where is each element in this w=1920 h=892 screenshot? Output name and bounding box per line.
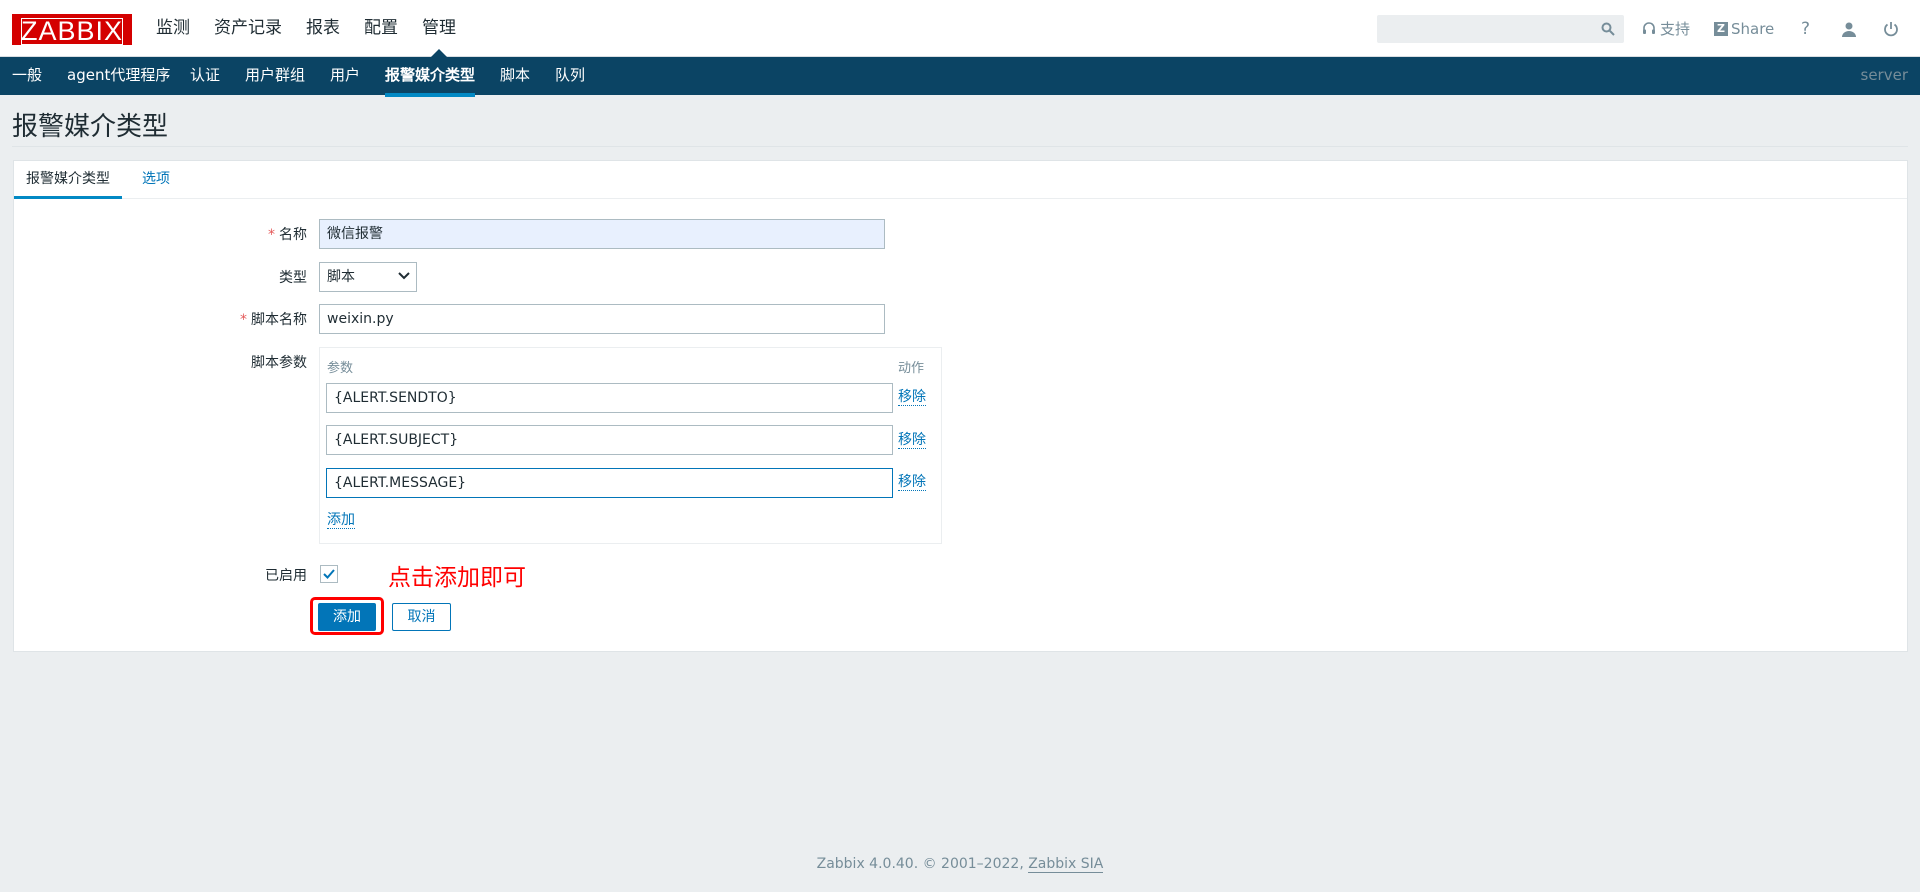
subnav-general[interactable]: 一般 (12, 57, 42, 93)
name-field[interactable]: 微信报警 (319, 219, 885, 249)
script-params-table: 参数 动作 {ALERT.SENDTO} 移除 {ALERT.SUBJECT} … (319, 347, 942, 544)
param-input-1[interactable]: {ALERT.SENDTO} (326, 383, 893, 413)
signout-icon[interactable] (1883, 0, 1899, 57)
add-button[interactable]: 添加 (318, 603, 376, 631)
title-divider (12, 146, 1908, 147)
search-icon[interactable] (1601, 22, 1615, 36)
logo-text: ZABBIX (20, 16, 124, 46)
add-param-link[interactable]: 添加 (327, 512, 355, 529)
type-select-value: 脚本 (327, 269, 355, 285)
enabled-checkbox[interactable] (320, 565, 338, 583)
headset-icon (1643, 21, 1655, 34)
cancel-button[interactable]: 取消 (392, 603, 451, 631)
help-icon[interactable]: ? (1801, 0, 1810, 57)
server-name: server (1860, 66, 1908, 84)
subnav-scripts[interactable]: 脚本 (500, 57, 530, 93)
page-title: 报警媒介类型 (12, 112, 169, 142)
user-profile-icon[interactable] (1841, 0, 1857, 57)
checkmark-icon (323, 569, 335, 579)
support-link[interactable]: 支持 (1642, 0, 1690, 57)
help-label: ? (1801, 18, 1811, 39)
subnav-users[interactable]: 用户 (330, 57, 360, 93)
script-name-label: * 脚本名称 (240, 312, 307, 328)
action-header: 动作 (898, 361, 925, 376)
subnav-queue[interactable]: 队列 (555, 57, 585, 93)
subnav-user-groups[interactable]: 用户群组 (245, 57, 305, 93)
enabled-label: 已启用 (265, 568, 307, 584)
subnav-authentication[interactable]: 认证 (190, 57, 220, 93)
menu-inventory[interactable]: 资产记录 (214, 0, 282, 57)
name-label: * 名称 (268, 227, 307, 243)
remove-param-2[interactable]: 移除 (898, 432, 926, 449)
form-tabs: 报警媒介类型 选项 (14, 161, 1907, 199)
footer: Zabbix 4.0.40. © 2001–2022, Zabbix SIA (0, 856, 1920, 873)
params-header: 参数 (327, 361, 354, 376)
menu-configuration[interactable]: 配置 (364, 0, 398, 57)
footer-link[interactable]: Zabbix SIA (1028, 856, 1104, 873)
chevron-down-icon (398, 272, 410, 280)
subnav-proxies[interactable]: agent代理程序 (67, 57, 170, 93)
share-z-icon: Z (1714, 21, 1728, 36)
tab-options[interactable]: 选项 (142, 161, 170, 199)
remove-param-3[interactable]: 移除 (898, 474, 926, 491)
remove-param-1[interactable]: 移除 (898, 389, 926, 406)
support-label: 支持 (1660, 20, 1691, 38)
type-label: 类型 (279, 270, 307, 286)
menu-administration[interactable]: 管理 (422, 0, 456, 57)
tab-media-type[interactable]: 报警媒介类型 (14, 161, 122, 199)
top-bar: ZABBIX 监测 资产记录 报表 配置 管理 支持 Z Share ? (0, 0, 1920, 57)
main-menu: 监测 资产记录 报表 配置 管理 (156, 0, 480, 57)
required-asterisk: * (268, 227, 275, 243)
menu-monitoring[interactable]: 监测 (156, 0, 190, 57)
required-asterisk: * (240, 312, 247, 328)
search-input[interactable] (1377, 15, 1624, 43)
red-annotation-text: 点击添加即可 (388, 565, 526, 591)
script-name-field[interactable]: weixin.py (319, 304, 885, 334)
power-icon (1884, 21, 1898, 36)
form-panel: 报警媒介类型 选项 * 名称 微信报警 类型 脚本 * 脚本名称 weixin.py… (13, 160, 1908, 652)
zabbix-logo[interactable]: ZABBIX (12, 14, 132, 46)
footer-text: Zabbix 4.0.40. © 2001–2022, (816, 856, 1029, 872)
type-select[interactable]: 脚本 (319, 262, 417, 292)
param-input-3[interactable]: {ALERT.MESSAGE} (326, 468, 893, 498)
share-link[interactable]: Z Share (1714, 0, 1774, 57)
user-icon (1842, 22, 1856, 37)
script-params-label: 脚本参数 (251, 355, 307, 371)
param-input-2[interactable]: {ALERT.SUBJECT} (326, 425, 893, 455)
sub-navigation: 一般 agent代理程序 认证 用户群组 用户 报警媒介类型 脚本 队列 ser… (0, 57, 1920, 97)
share-label: Share (1731, 19, 1775, 38)
subnav-media-types[interactable]: 报警媒介类型 (385, 57, 476, 97)
menu-reports[interactable]: 报表 (306, 0, 340, 57)
